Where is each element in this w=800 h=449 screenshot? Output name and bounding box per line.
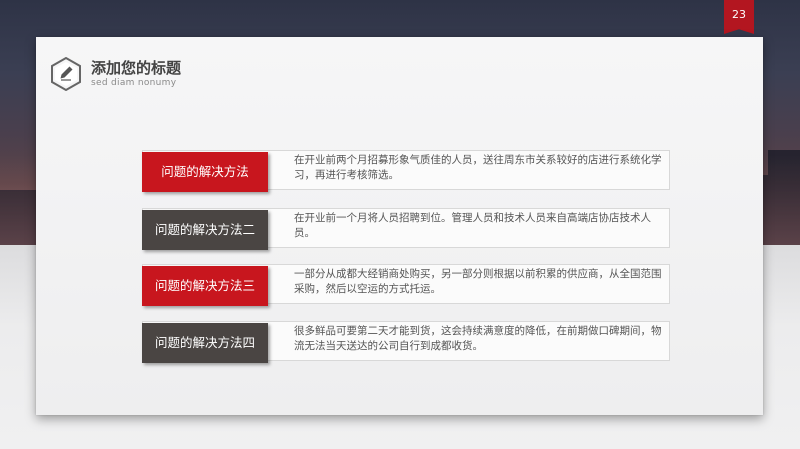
row-description: 在开业前一个月将人员招聘到位。管理人员和技术人员来自高端店协店技术人员。 — [294, 212, 651, 239]
solution-row: 问题的解决方法 在开业前两个月招募形象气质佳的人员，送往周东市关系较好的店进行系… — [142, 150, 670, 192]
slide-subtitle: sed diam nonumy — [91, 78, 177, 88]
row-description: 一部分从成都大经销商处购买，另一部分则根据以前积累的供应商，从全国范围采购，然后… — [294, 268, 662, 295]
content-card: 添加您的标题 sed diam nonumy 问题的解决方法 在开业前两个月招募… — [36, 37, 763, 415]
solution-row: 问题的解决方法二 在开业前一个月将人员招聘到位。管理人员和技术人员来自高端店协店… — [142, 208, 670, 250]
row-label: 问题的解决方法三 — [142, 266, 268, 306]
row-label: 问题的解决方法二 — [142, 210, 268, 250]
solution-row: 问题的解决方法四 很多鲜品可要第二天才能到货，这会持续满意度的降低，在前期做口碑… — [142, 321, 670, 363]
pencil-icon — [51, 57, 81, 91]
row-label: 问题的解决方法四 — [142, 323, 268, 363]
row-label: 问题的解决方法 — [142, 152, 268, 192]
page-number-badge: 23 — [724, 0, 754, 34]
slide-title: 添加您的标题 — [91, 59, 182, 77]
row-description: 很多鲜品可要第二天才能到货，这会持续满意度的降低，在前期做口碑期间，物流无法当天… — [294, 325, 662, 352]
row-description: 在开业前两个月招募形象气质佳的人员，送往周东市关系较好的店进行系统化学习，再进行… — [294, 154, 662, 181]
solution-row: 问题的解决方法三 一部分从成都大经销商处购买，另一部分则根据以前积累的供应商，从… — [142, 264, 670, 306]
